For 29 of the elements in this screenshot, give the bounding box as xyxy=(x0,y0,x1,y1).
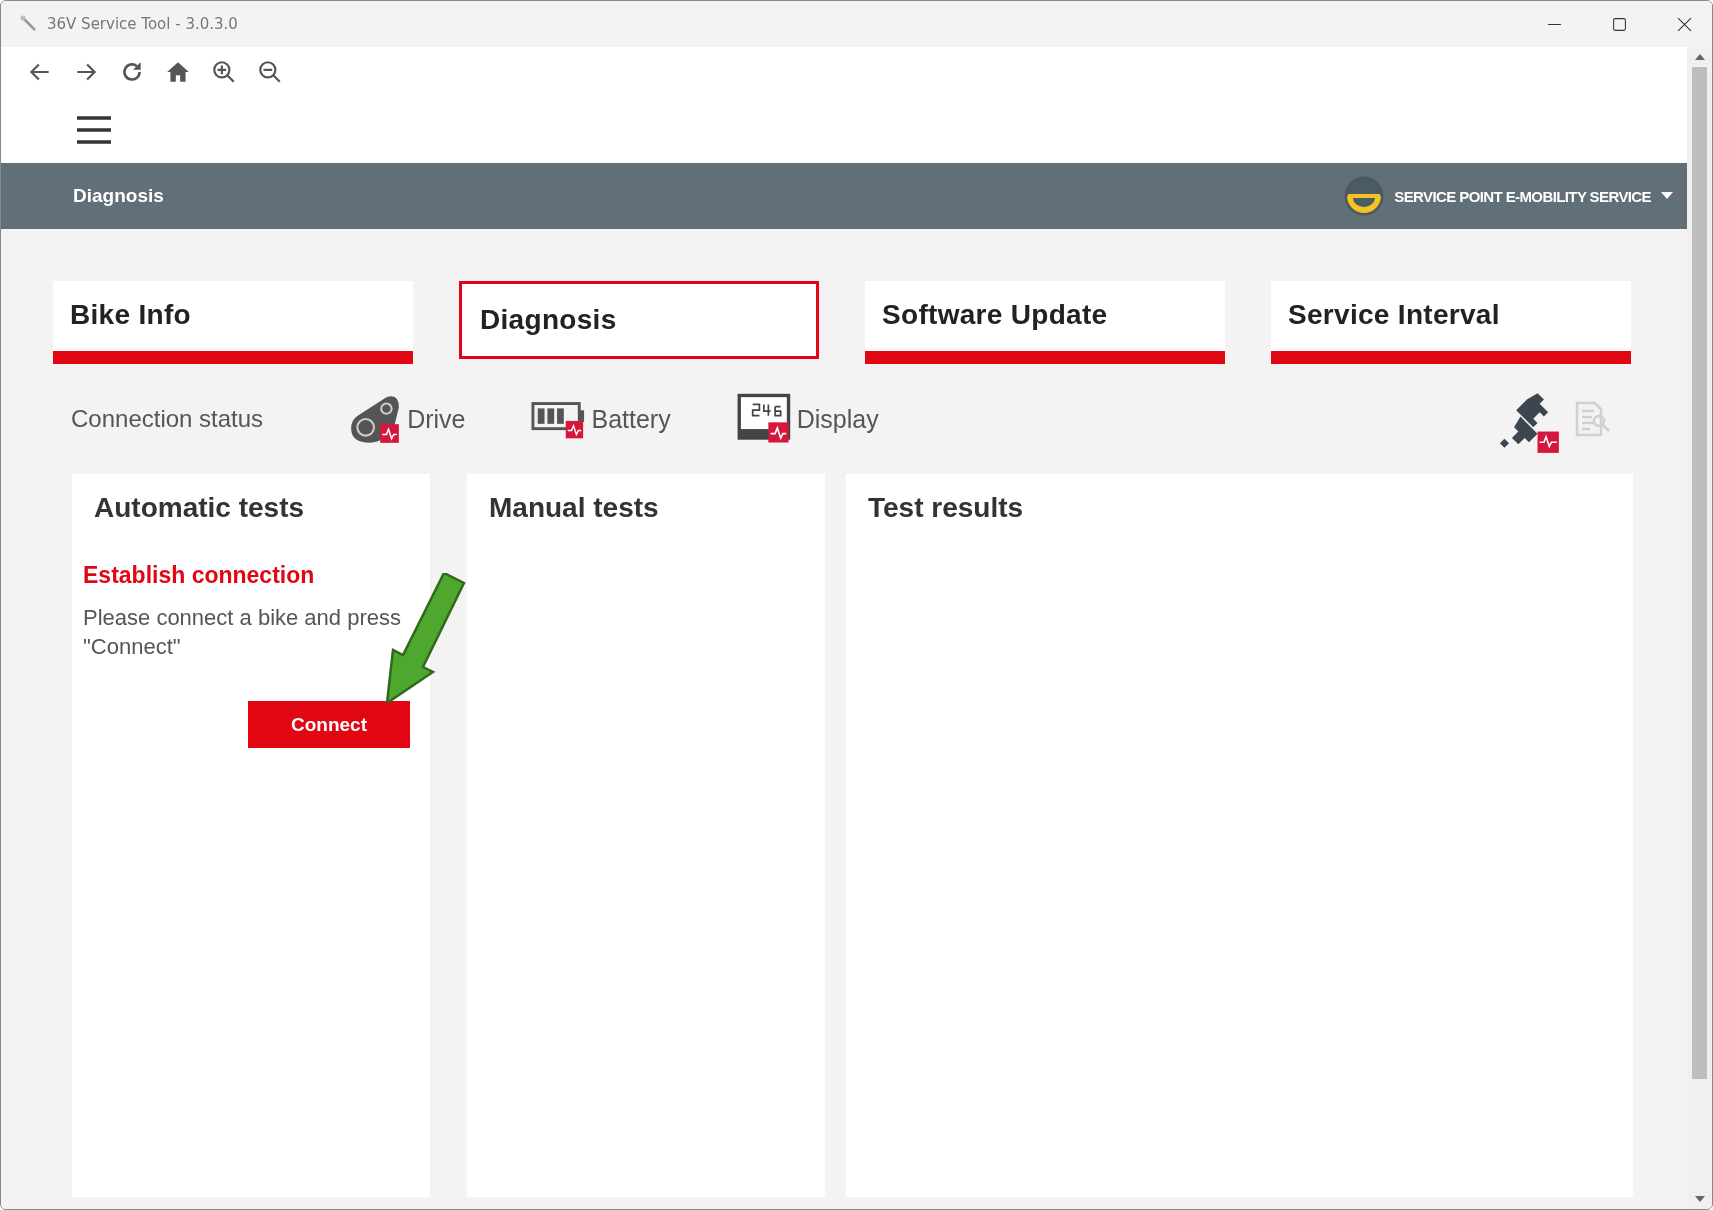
tab[interactable]: Software Update xyxy=(865,281,1225,364)
panel-title: Automatic tests xyxy=(94,492,306,524)
account-menu[interactable]: SERVICE POINT E-MOBILITY SERVICE xyxy=(1344,176,1673,216)
menu-icon[interactable] xyxy=(77,113,111,146)
scrollbar-thumb[interactable] xyxy=(1692,67,1707,1079)
caret-icon xyxy=(1661,192,1673,200)
tab[interactable]: Bike Info xyxy=(53,281,413,364)
panel-subtitle: Establish connection xyxy=(83,562,316,589)
zoom-out-icon[interactable] xyxy=(257,58,283,85)
connect-button[interactable]: Connect xyxy=(248,701,410,748)
scroll-down-icon[interactable] xyxy=(1694,1195,1705,1203)
instruction-text: Please connect a bike and press "Connect" xyxy=(83,604,402,661)
zoom-in-icon[interactable] xyxy=(211,58,237,85)
page-title: Diagnosis xyxy=(73,185,164,207)
device-label: Display xyxy=(796,404,879,434)
device-label: Drive xyxy=(407,404,466,434)
close-icon[interactable] xyxy=(1677,16,1692,32)
tab[interactable]: Service Interval xyxy=(1271,281,1631,364)
display-icon xyxy=(736,393,793,445)
device-label: Battery xyxy=(591,404,671,434)
maximize-icon[interactable] xyxy=(1612,16,1627,32)
logo-icon xyxy=(1344,176,1385,216)
panel-title: Manual tests xyxy=(489,492,660,524)
plug-icon[interactable] xyxy=(1497,391,1561,455)
scroll-up-icon[interactable] xyxy=(1694,53,1705,61)
connection-status-label: Connection status xyxy=(71,405,264,433)
tab[interactable]: Diagnosis xyxy=(459,281,819,359)
window-title: 36V Service Tool - 3.0.3.0 xyxy=(47,15,238,33)
panel-title: Test results xyxy=(868,492,1025,524)
